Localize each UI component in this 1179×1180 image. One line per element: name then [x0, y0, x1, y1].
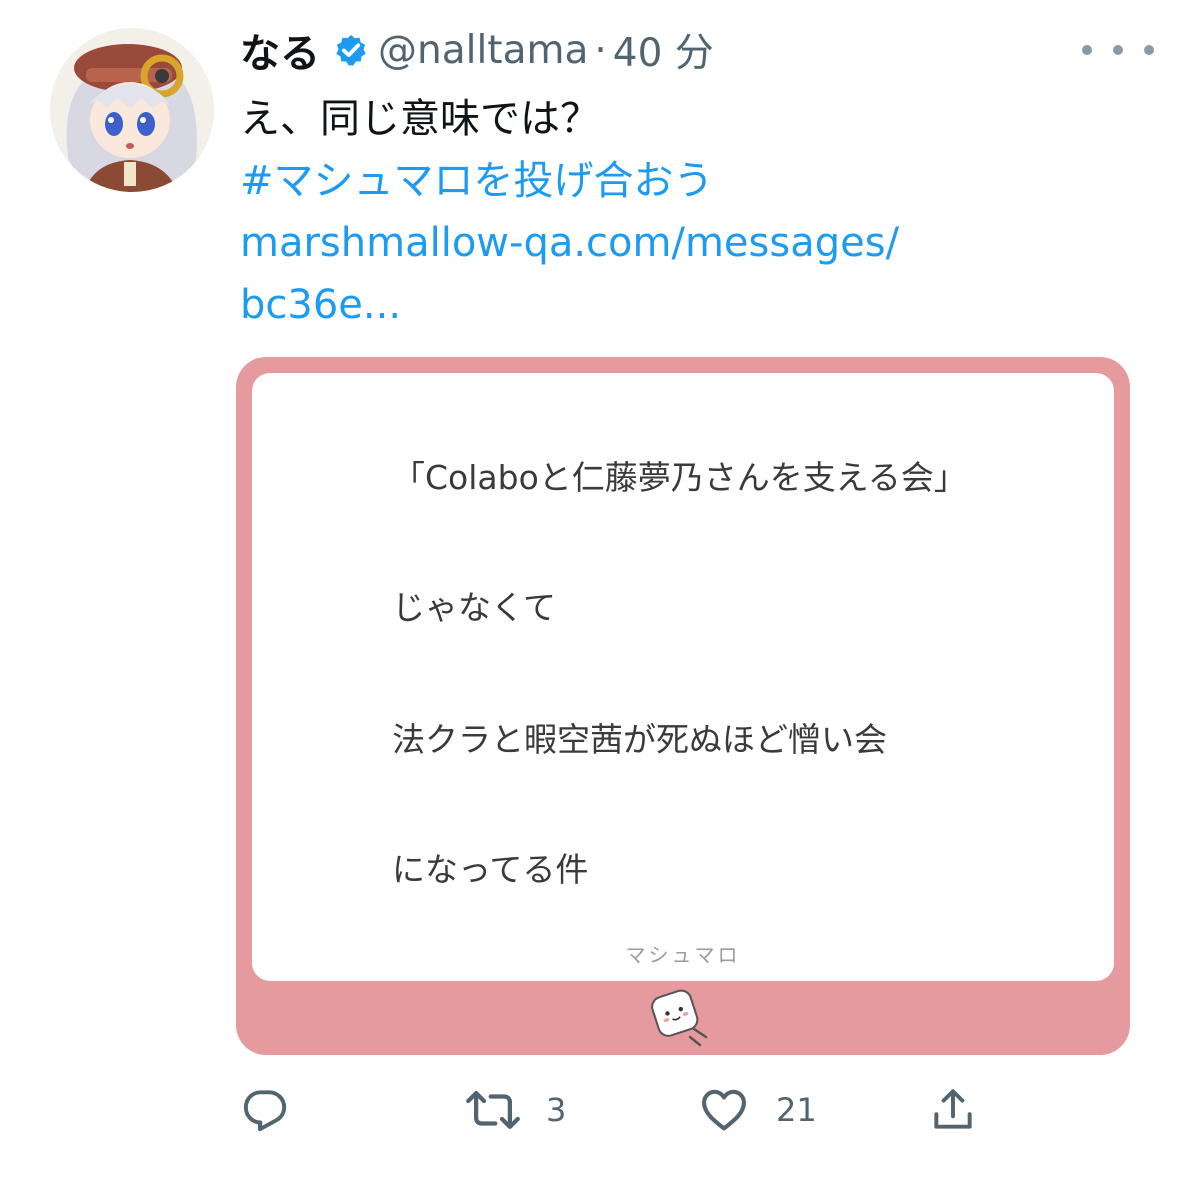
- retweet-count: 3: [546, 1091, 567, 1129]
- tweet-header: なる @nalltama · 40 分: [240, 22, 714, 78]
- card-message-panel: 「Colaboと仁藤夢乃さんを支える会」 じゃなくて 法クラと暇空茜が死ぬほど憎…: [252, 373, 1114, 981]
- url-link-line1[interactable]: marshmallow-qa.com/messages/: [240, 212, 899, 274]
- card-line: になってる件: [392, 850, 589, 889]
- like-button[interactable]: 21: [698, 1082, 817, 1138]
- dot: [1113, 45, 1123, 55]
- url-link-line2[interactable]: bc36e...: [240, 274, 899, 336]
- heart-icon: [698, 1084, 750, 1136]
- retweet-button[interactable]: 3: [466, 1082, 566, 1138]
- tweet-text: え、同じ意味では？: [240, 96, 600, 142]
- verified-badge-icon: [332, 31, 370, 69]
- handle[interactable]: @nalltama: [378, 28, 588, 73]
- card-brand: マシュマロ: [625, 943, 741, 967]
- hashtag-link[interactable]: #マシュマロを投げ合おう: [240, 150, 899, 212]
- tweet-body: え、同じ意味では？ #マシュマロを投げ合おう marshmallow-qa.co…: [240, 88, 899, 336]
- dot: [1082, 45, 1092, 55]
- card-line: じゃなくて: [392, 588, 557, 627]
- separator-dot: ·: [594, 27, 607, 73]
- reply-icon: [240, 1085, 290, 1135]
- retweet-icon: [466, 1083, 520, 1137]
- avatar[interactable]: [50, 28, 214, 192]
- link-card[interactable]: 「Colaboと仁藤夢乃さんを支える会」 じゃなくて 法クラと暇空茜が死ぬほど憎…: [236, 357, 1130, 1055]
- reply-button[interactable]: [240, 1082, 316, 1138]
- marshmallow-icon: [646, 987, 716, 1049]
- share-button[interactable]: [928, 1082, 978, 1138]
- display-name[interactable]: なる: [240, 21, 320, 79]
- card-line: 「Colaboと仁藤夢乃さんを支える会」: [392, 458, 967, 497]
- like-count: 21: [776, 1091, 817, 1129]
- tweet-actions: 3 21: [0, 1082, 1179, 1138]
- avatar-image: [50, 28, 214, 192]
- dot: [1144, 45, 1154, 55]
- more-dots-icon[interactable]: [1082, 36, 1154, 64]
- share-icon: [928, 1085, 978, 1135]
- card-line: 法クラと暇空茜が死ぬほど憎い会: [392, 720, 887, 759]
- timestamp[interactable]: 40 分: [613, 22, 714, 78]
